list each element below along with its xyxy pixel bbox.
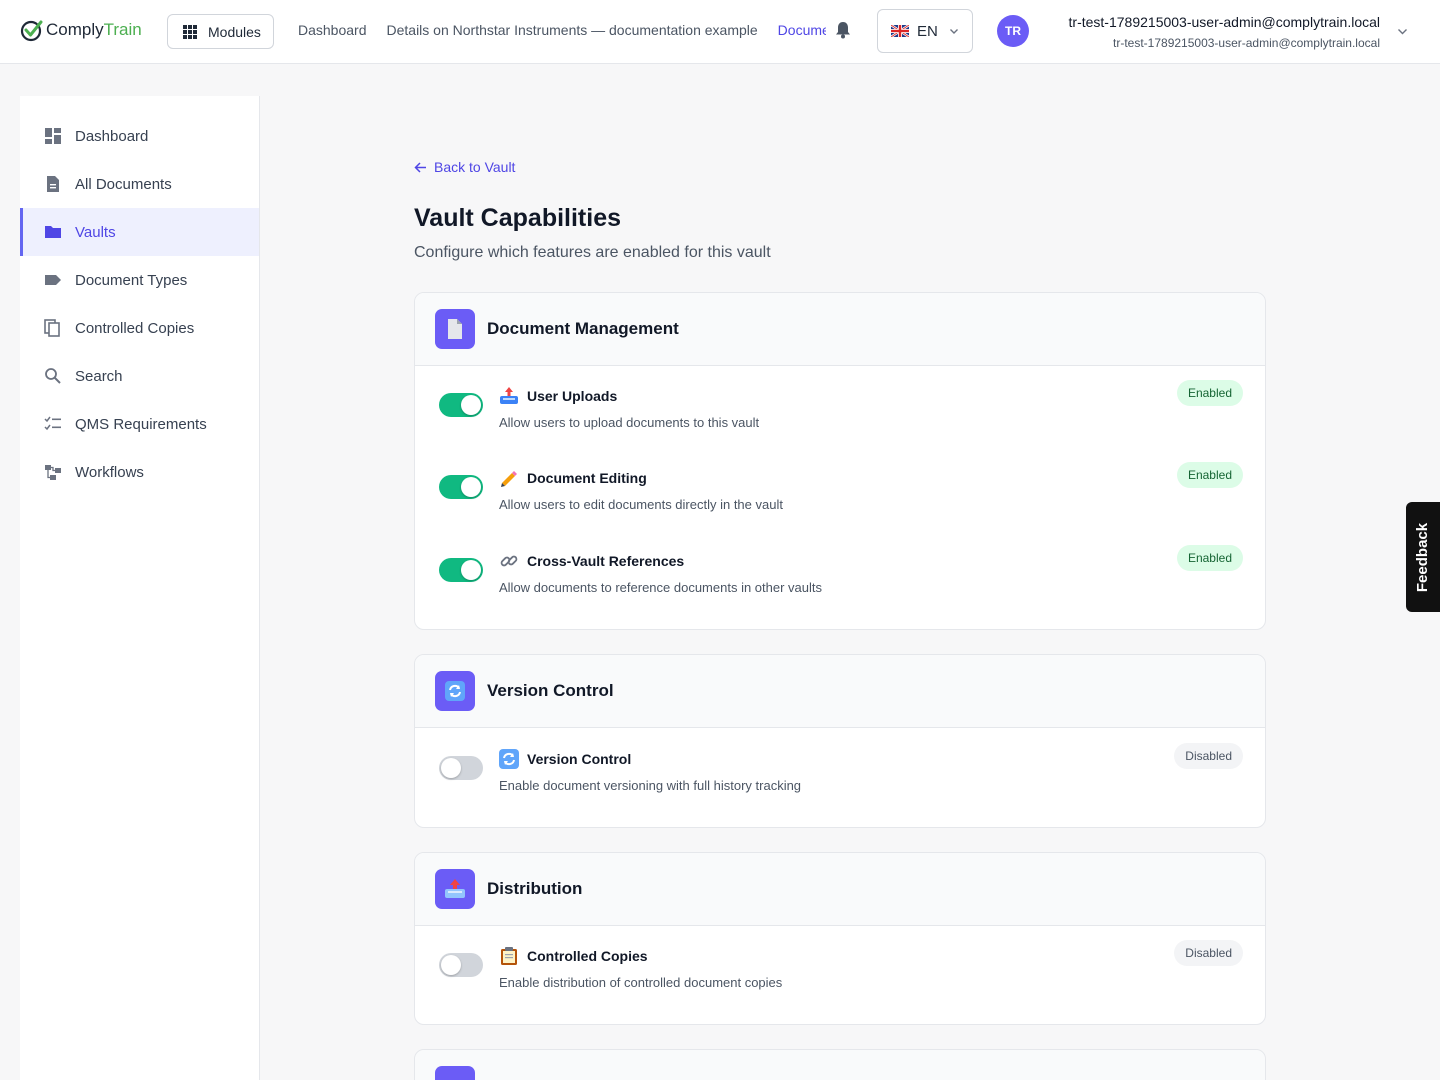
controlled-copies-toggle[interactable] xyxy=(439,953,483,977)
section-version-control: Version Control Version Control Enable d… xyxy=(414,654,1266,828)
sidebar-item-label: Controlled Copies xyxy=(75,319,195,337)
sidebar-item-label: Vaults xyxy=(75,223,116,241)
status-badge: Enabled xyxy=(1176,380,1243,406)
capability-description: Enable distribution of controlled docume… xyxy=(499,975,783,990)
sidebar-item-label: QMS Requirements xyxy=(75,415,207,433)
avatar[interactable]: TR xyxy=(997,15,1029,47)
sidebar-item-vaults[interactable]: Vaults xyxy=(20,208,259,256)
sidebar-item-label: Search xyxy=(75,367,123,385)
modules-button[interactable]: Modules xyxy=(167,14,274,49)
sidebar-item-dashboard[interactable]: Dashboard xyxy=(20,112,259,160)
search-icon xyxy=(45,368,61,384)
modules-label: Modules xyxy=(208,23,261,40)
arrow-left-icon xyxy=(414,161,426,173)
section-header: Version Control xyxy=(415,655,1265,728)
sidebar-item-label: All Documents xyxy=(75,175,172,193)
breadcrumb-vault-details[interactable]: Details on Northstar Instruments — docum… xyxy=(387,22,758,38)
sidebar-item-workflows[interactable]: Workflows xyxy=(20,448,259,496)
breadcrumb-documents[interactable]: Documents xyxy=(778,22,826,38)
status-badge: Enabled xyxy=(1176,545,1243,571)
capability-description: Allow documents to reference documents i… xyxy=(499,580,823,595)
inbox-tray-icon xyxy=(500,387,518,404)
section-header: Distribution xyxy=(415,853,1265,926)
status-badge: Disabled xyxy=(1174,940,1243,966)
cross-vault-references-toggle[interactable] xyxy=(439,558,483,582)
sidebar-item-search[interactable]: Search xyxy=(20,352,259,400)
checklist-icon xyxy=(44,416,61,431)
user-uploads-toggle[interactable] xyxy=(439,393,483,417)
version-control-toggle[interactable] xyxy=(439,756,483,780)
feedback-label: Feedback xyxy=(1414,522,1432,592)
document-editing-toggle[interactable] xyxy=(439,475,483,499)
dashboard-icon xyxy=(45,128,61,144)
link-icon xyxy=(500,555,518,567)
status-badge: Enabled xyxy=(1176,462,1243,488)
capability-cross-vault-references: Cross-Vault References Allow documents t… xyxy=(415,545,1265,628)
capability-user-uploads: User Uploads Allow users to upload docum… xyxy=(415,380,1265,463)
status-badge: Disabled xyxy=(1174,743,1243,769)
inbox-tray-icon xyxy=(435,869,475,909)
capability-description: Allow users to edit documents directly i… xyxy=(499,497,783,512)
document-icon xyxy=(435,309,475,349)
user-email: tr-test-1789215003-user-admin@complytrai… xyxy=(1113,36,1380,50)
refresh-icon xyxy=(499,749,519,769)
capability-description: Enable document versioning with full his… xyxy=(499,778,802,793)
section-document-management: Document Management User Uploads Allow u… xyxy=(414,292,1266,630)
user-menu-chevron-icon[interactable] xyxy=(1397,26,1408,37)
section-title: Document Management xyxy=(487,319,679,338)
section-header xyxy=(415,1050,1265,1080)
capability-name: Document Editing xyxy=(527,470,647,486)
folder-icon xyxy=(45,226,61,238)
pencil-icon xyxy=(501,471,517,487)
page-subtitle: Configure which features are enabled for… xyxy=(414,244,771,261)
sidebar-item-document-types[interactable]: Document Types xyxy=(20,256,259,304)
sidebar-item-label: Workflows xyxy=(75,463,144,481)
sidebar-item-all-documents[interactable]: All Documents xyxy=(20,160,259,208)
breadcrumb-dashboard[interactable]: Dashboard xyxy=(298,22,367,38)
capability-description: Allow users to upload documents to this … xyxy=(499,415,760,430)
page-title: Vault Capabilities xyxy=(414,204,622,232)
back-to-vault-link[interactable]: Back to Vault xyxy=(414,159,515,175)
top-bar: Comply Train Modules Dashboard Details on… xyxy=(0,0,1440,64)
gear-icon xyxy=(435,1066,475,1080)
section-distribution: Distribution Controlled Copies Enable di… xyxy=(414,852,1266,1025)
logo-text-train: Train xyxy=(103,20,142,39)
section-workflows-partial xyxy=(414,1049,1266,1080)
capability-version-control: Version Control Enable document versioni… xyxy=(415,743,1265,826)
sidebar-item-label: Dashboard xyxy=(75,127,149,145)
user-name[interactable]: tr-test-1789215003-user-admin@complytrai… xyxy=(1069,14,1380,30)
logo-check-icon xyxy=(20,20,43,42)
logo-text-comply: Comply xyxy=(46,20,104,39)
section-title: Distribution xyxy=(487,879,583,898)
clipboard-icon xyxy=(501,947,517,965)
refresh-icon xyxy=(435,671,475,711)
document-icon xyxy=(47,176,59,192)
workflow-icon xyxy=(45,465,61,480)
grid-icon xyxy=(183,24,197,39)
bell-icon[interactable] xyxy=(835,21,851,39)
sidebar: Dashboard All Documents Vaults Document … xyxy=(20,96,260,1080)
sidebar-item-label: Document Types xyxy=(75,271,188,289)
capability-name: Cross-Vault References xyxy=(527,553,685,569)
capability-name: User Uploads xyxy=(527,388,618,404)
capability-document-editing: Document Editing Allow users to edit doc… xyxy=(415,462,1265,545)
section-title: Version Control xyxy=(487,681,614,700)
breadcrumb: Dashboard Details on Northstar Instrumen… xyxy=(298,22,826,38)
capability-name: Version Control xyxy=(527,751,632,767)
copy-icon xyxy=(44,319,60,337)
tag-icon xyxy=(45,275,61,285)
sidebar-item-qms-requirements[interactable]: QMS Requirements xyxy=(20,400,259,448)
sidebar-item-controlled-copies[interactable]: Controlled Copies xyxy=(20,304,259,352)
uk-flag-icon xyxy=(891,25,909,37)
chevron-down-icon xyxy=(949,29,958,34)
back-label: Back to Vault xyxy=(434,159,516,175)
capability-controlled-copies: Controlled Copies Enable distribution of… xyxy=(415,940,1265,1023)
feedback-button[interactable]: Feedback xyxy=(1406,502,1440,612)
logo[interactable]: Comply Train xyxy=(20,18,142,42)
capability-name: Controlled Copies xyxy=(527,948,648,964)
section-header: Document Management xyxy=(415,293,1265,366)
language-label: EN xyxy=(917,22,938,40)
language-selector[interactable]: EN xyxy=(877,9,973,53)
